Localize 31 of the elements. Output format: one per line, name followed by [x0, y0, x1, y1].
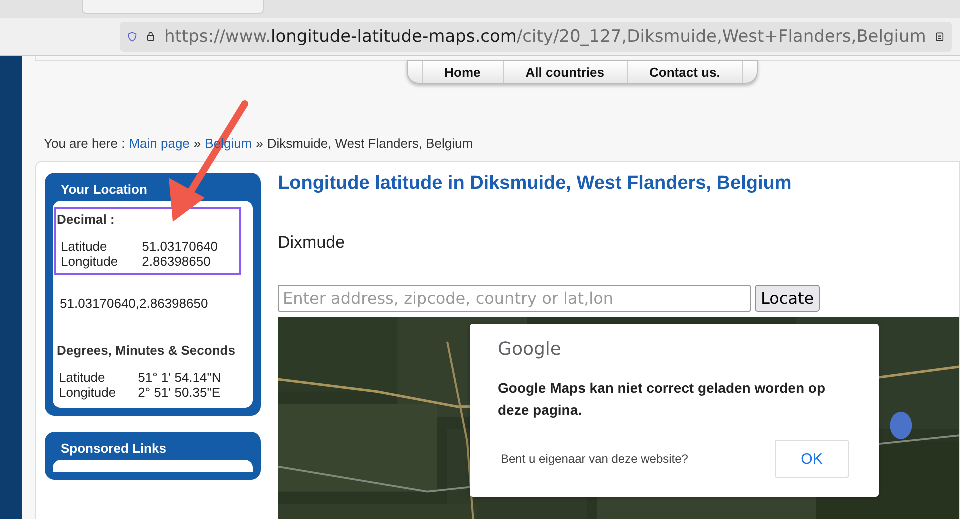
ok-button[interactable]: OK [775, 440, 849, 478]
breadcrumb-link[interactable]: Main page [129, 136, 190, 151]
search-field[interactable]: Enter address, zipcode, country or lat,lon [278, 285, 751, 312]
address-bar[interactable]: https://www.longitude-latitude-maps.com/city/20_127,Diksmuide,West+Flanders,Belgium [120, 22, 952, 52]
error-message: Google Maps kan niet correct geladen worden op deze pagina. [498, 379, 827, 420]
breadcrumb-label: You are here : [44, 136, 126, 151]
coordinate-value: 2° 51' 50.35"E [138, 385, 222, 400]
nav-link[interactable]: All countries [504, 61, 628, 83]
breadcrumb-separator: » [194, 136, 202, 151]
google-logo: Google [498, 339, 562, 360]
section-heading: Decimal : [57, 212, 116, 227]
breadcrumb-separator: » [256, 136, 264, 151]
locate-button[interactable]: Locate [755, 285, 820, 312]
owner-question: Bent u eigenaar van deze website? [500, 452, 688, 466]
coordinate-label: Longitude [59, 385, 116, 400]
coordinate-label: Longitude [61, 254, 118, 269]
page-title: Longitude latitude in Diksmuide, West Flanders, Belgium [278, 173, 793, 195]
coordinate-value: 2.86398650 [142, 254, 212, 269]
breadcrumb-current: Diksmuide, West Flanders, Belgium [267, 136, 474, 151]
coordinate-value: 51° 1' 54.14"N [138, 370, 222, 385]
coordinate-label: Latitude [61, 239, 108, 254]
card-title: Your Location [60, 181, 148, 199]
nav-link[interactable]: Home [422, 61, 504, 83]
nav-link[interactable]: Contact us. [628, 61, 744, 83]
coordinate-value: 51.03170640 [142, 239, 220, 254]
coordinate-label: Latitude [59, 370, 106, 385]
card-title: Sponsored Links [60, 440, 168, 458]
section-heading: Degrees, Minutes & Seconds [56, 343, 236, 358]
url-text: https://www.longitude-latitude-maps.com/city/20_127,Diksmuide,West+Flanders,Belgium [164, 26, 926, 46]
combined-coordinates: 51.03170640,2.86398650 [59, 296, 210, 311]
city-name: Dixmude [278, 233, 346, 253]
